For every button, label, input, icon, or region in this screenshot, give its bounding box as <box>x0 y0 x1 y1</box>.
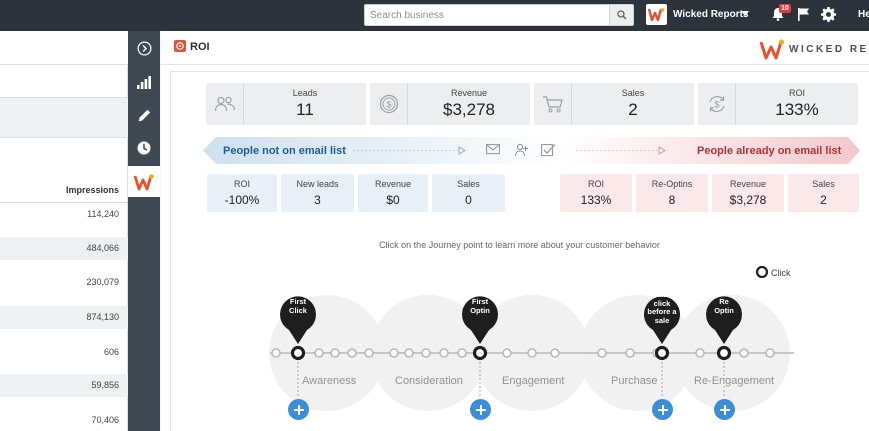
table-row: 59,856 <box>0 374 128 397</box>
plus-icon <box>719 404 730 415</box>
right-stat-roi: ROI 133% <box>560 174 632 212</box>
people-icon <box>214 96 235 112</box>
impressions-column-header[interactable]: Impressions <box>0 181 128 203</box>
expand-panel-button[interactable] <box>128 33 160 64</box>
history-button[interactable] <box>128 132 160 163</box>
left-segment-title: People not on email list <box>223 145 346 157</box>
clock-icon <box>137 141 151 154</box>
left-stat-roi: ROI -100% <box>207 174 277 212</box>
brand-wordmark: WICKED REPO <box>789 44 869 55</box>
kpi-sales-value: 2 <box>628 100 638 119</box>
stats-button[interactable] <box>128 67 160 98</box>
pin-first-click[interactable]: First Click <box>279 297 317 315</box>
account-name[interactable]: Wicked Reports <box>673 9 748 20</box>
dollar-refresh-icon: $ <box>708 96 725 112</box>
roi-badge-icon <box>174 40 186 52</box>
pin-last-click-before-sale[interactable]: Last click before a sale <box>643 290 681 325</box>
kpi-leads-value: 11 <box>296 100 314 119</box>
icon-rail <box>128 31 160 431</box>
journey-hint-text: Click on the Journey point to learn more… <box>379 240 660 250</box>
click-legend-label: Click <box>771 268 791 278</box>
background-filter-band <box>0 97 128 138</box>
account-logo[interactable] <box>646 4 667 25</box>
left-stat-new-leads: New leads 3 <box>281 174 354 212</box>
kpi-revenue-value: $3,278 <box>443 100 495 119</box>
bar-chart-icon <box>137 76 151 89</box>
table-row: 230,079 <box>86 277 119 287</box>
expand-re-optin-button[interactable] <box>714 399 735 420</box>
pin-first-optin[interactable]: First Optin <box>461 297 499 315</box>
expand-first-optin-button[interactable] <box>470 399 491 420</box>
right-segment-title: People already on email list <box>697 145 842 157</box>
cart-icon <box>542 96 563 113</box>
pin-re-optin[interactable]: Re Optin <box>705 297 743 315</box>
kpi-roi-value: 133% <box>775 100 819 119</box>
wicked-logo-icon <box>648 8 665 22</box>
click-legend-icon <box>756 266 768 278</box>
right-stat-sales: Sales 2 <box>788 174 859 212</box>
dollar-coin-icon: $ <box>379 94 398 114</box>
kpi-sales-card: Sales 2 <box>534 83 694 125</box>
kpi-roi-card: $ ROI 133% <box>698 83 858 125</box>
right-stat-re-optins: Re-Optins 8 <box>636 174 708 212</box>
edit-button[interactable] <box>128 100 160 131</box>
stage-engagement: Engagement <box>502 375 565 387</box>
wicked-logo-icon <box>134 173 154 190</box>
table-row: 874,130 <box>0 306 128 329</box>
stage-purchase: Purchase <box>611 375 658 387</box>
svg-text:$: $ <box>386 100 391 110</box>
table-row: 70,406 <box>91 415 119 425</box>
kpi-leads-card: Leads 11 <box>206 83 366 125</box>
table-row: 114,240 <box>87 209 119 219</box>
left-stat-sales: Sales 0 <box>432 174 505 212</box>
search-icon <box>616 10 626 20</box>
plus-icon <box>293 404 304 415</box>
notification-badge: 10 <box>779 4 791 13</box>
plus-icon <box>475 404 486 415</box>
search-box <box>364 4 634 26</box>
stage-awareness: Awareness <box>302 375 357 387</box>
envelope-icon <box>486 143 500 158</box>
checkbox-icon <box>541 143 556 160</box>
right-stat-revenue: Revenue $3,278 <box>712 174 784 212</box>
flag-icon[interactable] <box>798 8 810 21</box>
search-button[interactable] <box>609 5 633 25</box>
pencil-icon <box>138 109 150 122</box>
plus-icon <box>657 404 668 415</box>
background-panel <box>0 31 128 431</box>
kpi-revenue-card: $ Revenue $3,278 <box>370 83 530 125</box>
wicked-logo-icon <box>760 39 784 60</box>
user-name[interactable]: He <box>858 9 869 20</box>
add-user-icon <box>514 143 528 160</box>
stage-re-engagement: Re-Engagement <box>694 375 775 387</box>
svg-text:$: $ <box>714 100 719 110</box>
expand-last-click-button[interactable] <box>652 399 673 420</box>
chevron-right-circle-icon <box>137 41 151 56</box>
wicked-roi-button[interactable] <box>128 166 160 197</box>
background-header-band <box>0 31 128 65</box>
panel-title: ROI <box>190 41 210 53</box>
table-row: 484,066 <box>0 237 128 260</box>
search-input[interactable] <box>365 5 610 25</box>
left-stat-revenue: Revenue $0 <box>358 174 428 212</box>
table-row: 606 <box>103 347 119 357</box>
gear-icon[interactable] <box>821 7 836 22</box>
expand-first-click-button[interactable] <box>288 399 309 420</box>
chevron-down-icon[interactable] <box>741 11 749 16</box>
stage-consideration: Consideration <box>395 375 463 387</box>
